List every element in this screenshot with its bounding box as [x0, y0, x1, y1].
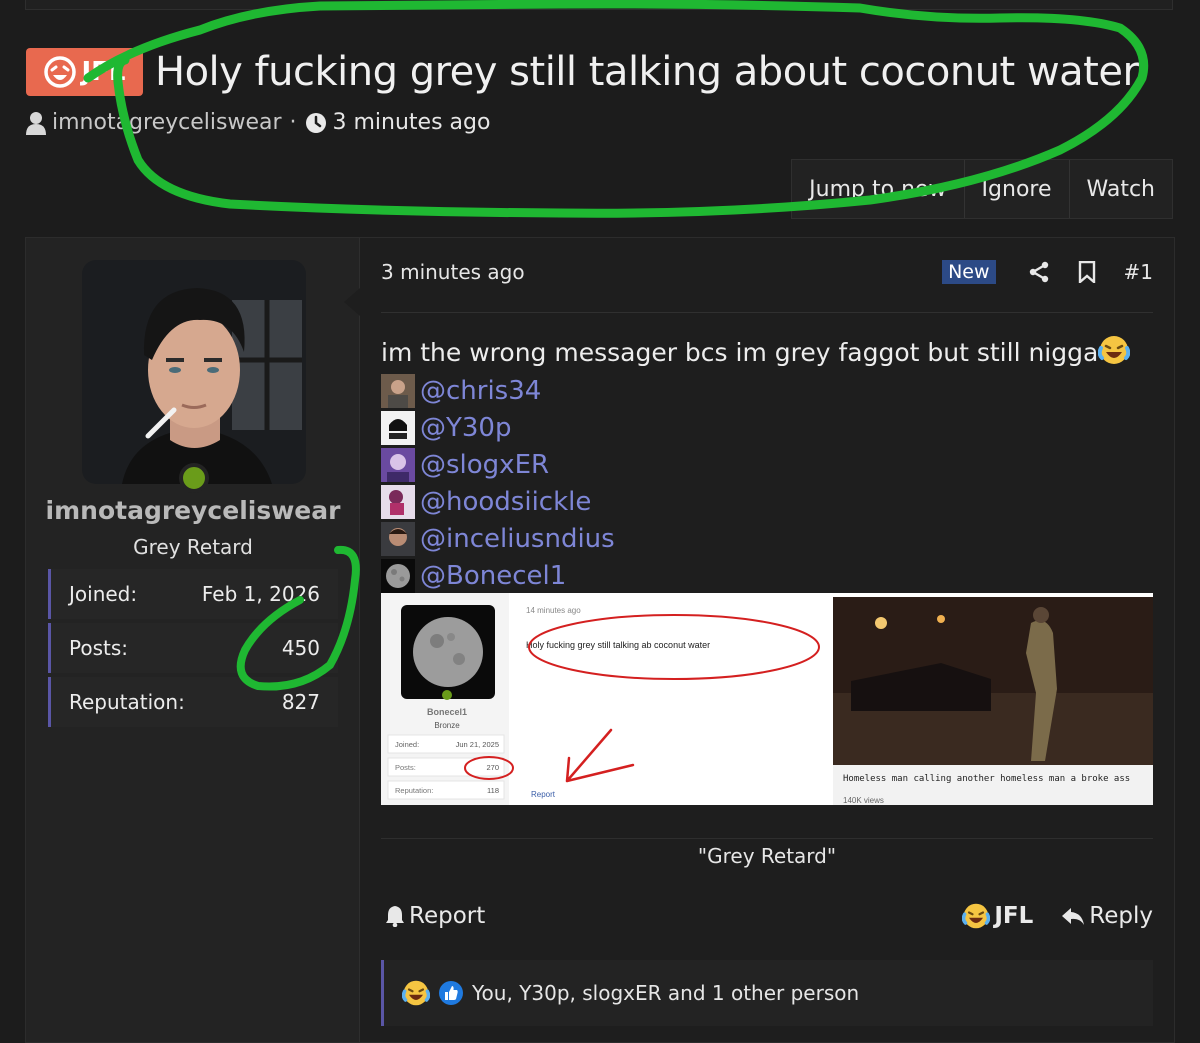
- stat-label: Posts:: [69, 636, 129, 660]
- mention-avatar: [381, 558, 415, 593]
- thread-title: Holy fucking grey still talking about co…: [155, 49, 1139, 95]
- post-content: 3 minutes ago New #1 im the wrong messag…: [381, 238, 1153, 1042]
- react-label: JFL: [994, 903, 1034, 929]
- thumbs-up-icon: [439, 981, 463, 1005]
- crying-laugh-emoji-icon: [402, 980, 430, 1006]
- user-name[interactable]: imnotagreyceliswear: [26, 496, 360, 525]
- post-header: 3 minutes ago New #1: [381, 260, 1153, 284]
- reactions-text: You, Y30p, slogxER and 1 other person: [472, 981, 860, 1005]
- jump-to-new-button[interactable]: Jump to new: [792, 160, 963, 218]
- post-message: imnotagreyceliswear Grey Retard Joined: …: [25, 237, 1175, 1043]
- embedded-screenshot[interactable]: Bonecel1 Bronze Joined: Jun 21, 2025 Pos…: [381, 593, 1153, 805]
- post-time[interactable]: 3 minutes ago: [381, 260, 525, 284]
- stat-value: 450: [281, 636, 320, 660]
- react-jfl-button[interactable]: JFL: [962, 902, 1033, 930]
- reply-button[interactable]: Reply: [1061, 903, 1153, 929]
- meta-separator: ·: [289, 110, 297, 135]
- embed-video-views: 140K views: [843, 796, 884, 805]
- embed-quote-text: Holy fucking grey still talking ab cocon…: [526, 640, 710, 650]
- clock-icon: [305, 112, 326, 133]
- crying-laugh-emoji-icon: [1098, 336, 1131, 364]
- post-divider: [381, 312, 1153, 313]
- signature-divider: [381, 838, 1153, 839]
- mention-avatar: [381, 447, 415, 482]
- user-pane: imnotagreyceliswear Grey Retard Joined: …: [26, 238, 360, 1042]
- avatar[interactable]: [82, 260, 306, 484]
- embedded-screenshot-image: Bonecel1 Bronze Joined: Jun 21, 2025 Pos…: [381, 593, 1153, 805]
- stat-value: 827: [281, 690, 320, 714]
- embed-moon: [413, 617, 483, 687]
- embed-stat-value: Jun 21, 2025: [456, 740, 499, 749]
- crying-laugh-emoji-icon: [962, 903, 991, 929]
- watch-button[interactable]: Watch: [1068, 160, 1173, 218]
- signature: "Grey Retard": [697, 844, 837, 868]
- thread-author-link[interactable]: imnotagreyceliswear: [52, 110, 282, 135]
- share-icon[interactable]: [1028, 261, 1050, 283]
- embed-report-link: Report: [531, 790, 556, 799]
- mention-list: @chris34 @Y30p @slogxER @hoodsiickle @in…: [381, 372, 615, 594]
- thread-meta: imnotagreyceliswear · 3 minutes ago: [26, 110, 490, 135]
- mention-link[interactable]: @Y30p: [420, 413, 511, 443]
- thread-time[interactable]: 3 minutes ago: [333, 110, 491, 135]
- post-body: im the wrong messager bcs im grey faggot…: [381, 334, 1131, 367]
- mention-item: @chris34: [381, 372, 615, 409]
- embed-stat-label: Joined:: [395, 740, 419, 749]
- mention-item: @Bonecel1: [381, 557, 615, 594]
- previous-block-edge: [25, 0, 1173, 10]
- embed-stat-value: 118: [487, 786, 499, 795]
- mention-item: @inceliusndius: [381, 520, 615, 557]
- post-number[interactable]: #1: [1124, 260, 1153, 284]
- embed-user-name: Bonecel1: [427, 707, 467, 717]
- mention-avatar: [381, 521, 415, 556]
- mention-link[interactable]: @slogxER: [420, 450, 549, 480]
- user-title: Grey Retard: [133, 535, 253, 559]
- post-footer: Report JFL Reply: [385, 902, 1153, 930]
- embed-stat-label: Posts:: [395, 763, 416, 772]
- mention-avatar: [381, 373, 415, 408]
- avatar-image: [82, 260, 306, 484]
- stat-label: Reputation:: [69, 690, 185, 714]
- mention-link[interactable]: @Bonecel1: [420, 561, 566, 591]
- thread-actions: Jump to new Ignore Watch: [791, 159, 1173, 219]
- thread-prefix-label: JFL: [81, 57, 126, 87]
- user-pane-arrow: [344, 288, 360, 316]
- stat-reputation: Reputation: 827: [48, 677, 338, 727]
- user-icon: [26, 111, 46, 135]
- report-button[interactable]: Report: [385, 903, 485, 929]
- stat-joined: Joined: Feb 1, 2026: [48, 569, 338, 619]
- thread-header: JFL Holy fucking grey still talking abou…: [26, 48, 1139, 96]
- mention-link[interactable]: @hoodsiickle: [420, 487, 591, 517]
- embed-time: 14 minutes ago: [526, 606, 581, 615]
- reply-icon: [1062, 908, 1085, 925]
- report-label: Report: [409, 903, 486, 929]
- laugh-icon: [44, 56, 77, 88]
- mention-item: @Y30p: [381, 409, 615, 446]
- reactions-bar[interactable]: You, Y30p, slogxER and 1 other person: [381, 960, 1153, 1026]
- new-badge: New: [942, 260, 996, 284]
- bell-icon: [386, 906, 404, 927]
- embed-stat-value: 270: [486, 763, 499, 772]
- stat-posts: Posts: 450: [48, 623, 338, 673]
- stat-value: Feb 1, 2026: [201, 582, 320, 606]
- post-text: im the wrong messager bcs im grey faggot…: [381, 338, 1099, 367]
- mention-link[interactable]: @inceliusndius: [420, 524, 615, 554]
- bookmark-icon[interactable]: [1078, 261, 1096, 283]
- reply-label: Reply: [1089, 903, 1153, 929]
- mention-item: @hoodsiickle: [381, 483, 615, 520]
- embed-stat-label: Reputation:: [395, 786, 433, 795]
- mention-item: @slogxER: [381, 446, 615, 483]
- mention-avatar: [381, 484, 415, 519]
- embed-video-caption: Homeless man calling another homeless ma…: [843, 774, 1130, 784]
- mention-avatar: [381, 410, 415, 445]
- mention-link[interactable]: @chris34: [420, 376, 541, 406]
- ignore-button[interactable]: Ignore: [963, 160, 1069, 218]
- stat-label: Joined:: [69, 582, 138, 606]
- online-status-dot: [179, 463, 209, 493]
- embed-user-rank: Bronze: [434, 721, 460, 730]
- thread-prefix-badge[interactable]: JFL: [26, 48, 143, 96]
